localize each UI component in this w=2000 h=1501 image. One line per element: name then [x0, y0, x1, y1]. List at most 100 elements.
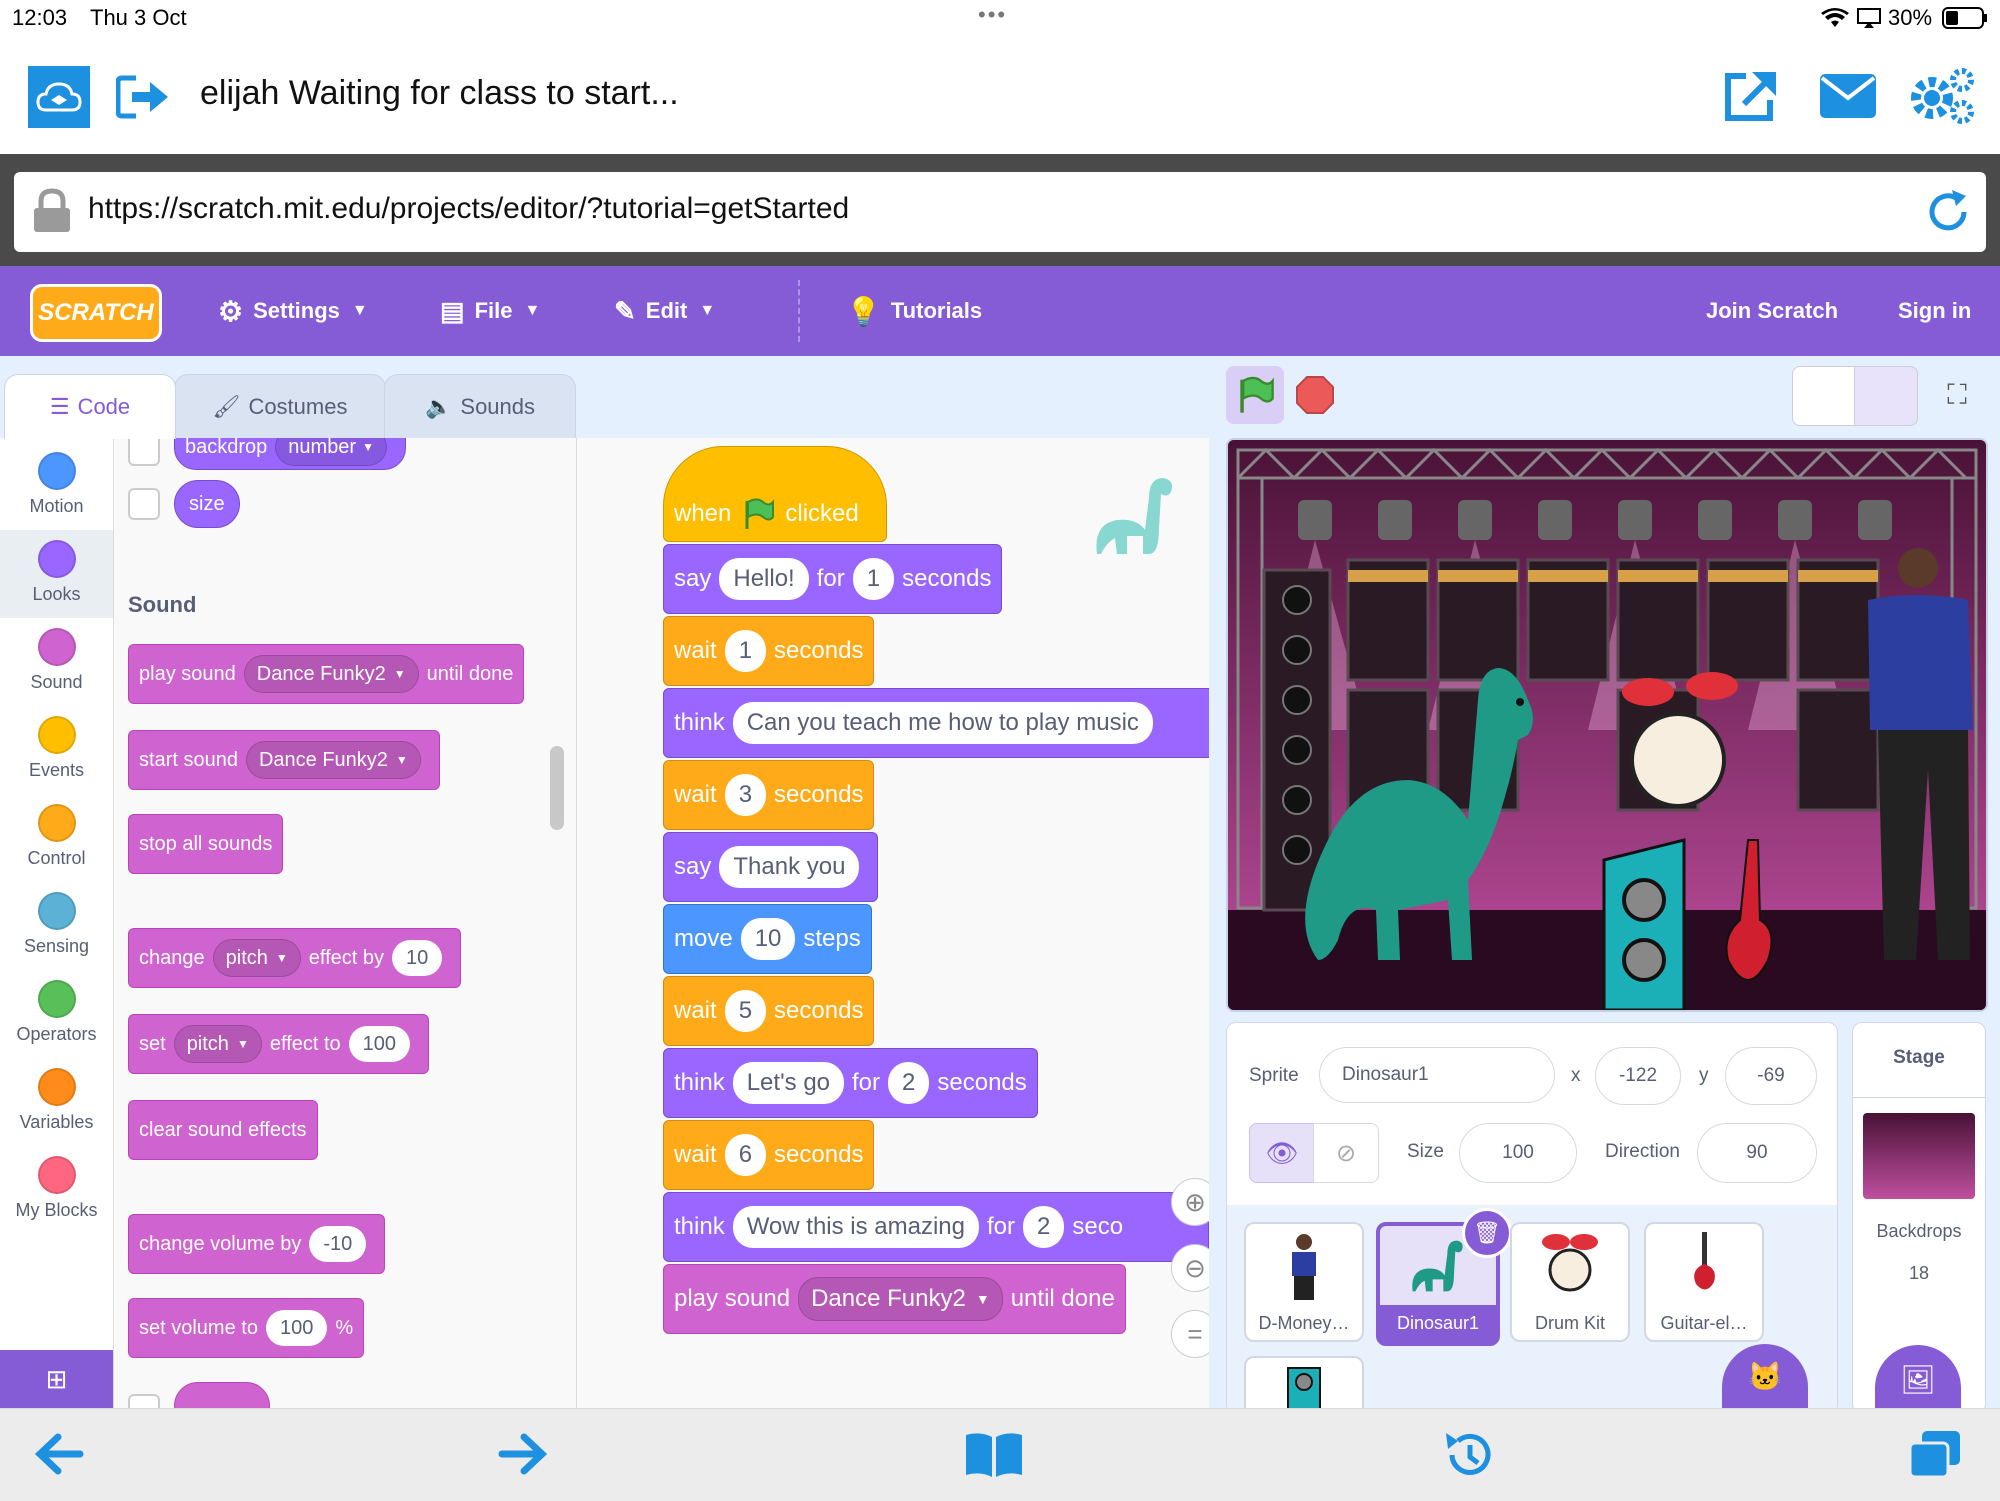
- backdrop-number-block[interactable]: backdrop number ▼: [174, 438, 406, 470]
- sound-dropdown[interactable]: Dance Funky2 ▼: [243, 655, 419, 693]
- play-sound-until-done-block[interactable]: play sound Dance Funky2 ▼ until done: [663, 1264, 1126, 1334]
- change-pitch-effect-block[interactable]: change pitch ▼ effect by 10: [128, 928, 462, 988]
- number-dropdown[interactable]: number ▼: [275, 438, 387, 466]
- category-motion[interactable]: Motion: [0, 442, 113, 530]
- sign-in-link[interactable]: Sign in: [1898, 266, 1971, 356]
- think-for-seconds-block[interactable]: think Let's go for 2 seconds: [663, 1048, 1038, 1118]
- edit-menu[interactable]: ✎ Edit ▼: [614, 266, 715, 356]
- stop-button[interactable]: [1292, 372, 1338, 418]
- category-sensing[interactable]: Sensing: [0, 882, 113, 970]
- hide-sprite-button[interactable]: ⊘: [1313, 1123, 1379, 1183]
- message-input[interactable]: Let's go: [732, 1062, 845, 1104]
- choose-backdrop-button[interactable]: 🖼: [1875, 1345, 1961, 1413]
- message-input[interactable]: Wow this is amazing: [732, 1206, 979, 1248]
- normal-stage-button[interactable]: [1854, 366, 1918, 426]
- tutorials-menu[interactable]: 💡 Tutorials: [846, 266, 982, 356]
- think-for-seconds-block[interactable]: think Can you teach me how to play music: [663, 688, 1209, 758]
- checkbox[interactable]: [128, 488, 160, 520]
- category-my-blocks[interactable]: My Blocks: [0, 1146, 113, 1234]
- back-arrow-icon[interactable]: [34, 1431, 84, 1477]
- url-text[interactable]: https://scratch.mit.edu/projects/editor/…: [88, 192, 849, 226]
- start-sound-block[interactable]: start sound Dance Funky2 ▼: [128, 730, 440, 790]
- zoom-reset-button[interactable]: =: [1171, 1310, 1209, 1358]
- sprite-thumb[interactable]: [1244, 1356, 1364, 1410]
- seconds-input[interactable]: 1: [724, 630, 767, 672]
- logout-icon[interactable]: [116, 74, 172, 120]
- volume-value-input[interactable]: 100: [265, 1310, 328, 1346]
- sound-dropdown[interactable]: Dance Funky2 ▼: [245, 741, 421, 779]
- message-input[interactable]: Thank you: [719, 846, 860, 888]
- message-input[interactable]: Can you teach me how to play music: [732, 702, 1153, 744]
- settings-gears-icon[interactable]: [1908, 66, 1978, 126]
- palette-scrollbar[interactable]: [550, 746, 564, 830]
- category-control[interactable]: Control: [0, 794, 113, 882]
- stage-canvas[interactable]: [1226, 438, 1988, 1012]
- tab-sounds[interactable]: 🔈 Sounds: [384, 374, 576, 440]
- category-operators[interactable]: Operators: [0, 970, 113, 1058]
- category-events[interactable]: Events: [0, 706, 113, 794]
- steps-input[interactable]: 10: [740, 918, 796, 960]
- set-pitch-effect-block[interactable]: set pitch ▼ effect to 100: [128, 1014, 429, 1074]
- settings-menu[interactable]: ⚙ Settings ▼: [218, 266, 368, 356]
- tabs-icon[interactable]: [1908, 1429, 1962, 1479]
- scratch-logo[interactable]: SCRATCH: [30, 284, 162, 342]
- seconds-input[interactable]: 2: [888, 1062, 930, 1104]
- delete-sprite-button[interactable]: 🗑: [1462, 1208, 1512, 1258]
- wait-block[interactable]: wait 5 seconds: [663, 976, 875, 1046]
- forward-arrow-icon[interactable]: [498, 1431, 548, 1477]
- size-input[interactable]: 100: [1459, 1123, 1577, 1183]
- stop-all-sounds-block[interactable]: stop all sounds: [128, 814, 284, 874]
- external-link-icon[interactable]: [1722, 68, 1780, 124]
- seconds-input[interactable]: 2: [1023, 1206, 1065, 1248]
- reload-icon[interactable]: [1924, 188, 1972, 236]
- volume-reporter-block[interactable]: [174, 1382, 270, 1408]
- play-sound-until-done-block[interactable]: play sound Dance Funky2 ▼ until done: [128, 644, 525, 704]
- checkbox[interactable]: [128, 1394, 160, 1408]
- sound-dropdown[interactable]: Dance Funky2 ▼: [798, 1277, 1003, 1321]
- file-menu[interactable]: ▤ File ▼: [440, 266, 540, 356]
- green-flag-button[interactable]: [1226, 366, 1284, 424]
- move-steps-block[interactable]: move 10 steps: [663, 904, 872, 974]
- tab-costumes[interactable]: 🖌 Costumes: [174, 374, 386, 440]
- message-input[interactable]: Hello!: [719, 558, 809, 600]
- seconds-input[interactable]: 6: [724, 1134, 767, 1176]
- history-icon[interactable]: [1440, 1427, 1496, 1483]
- small-stage-button[interactable]: [1792, 366, 1856, 426]
- think-for-seconds-block[interactable]: think Wow this is amazing for 2 seco: [663, 1192, 1209, 1262]
- multitask-dots-icon[interactable]: •••: [978, 2, 1007, 28]
- size-reporter-block[interactable]: size: [174, 480, 240, 528]
- sprite-name-input[interactable]: Dinosaur1: [1319, 1047, 1555, 1103]
- stage-backdrop-thumbnail[interactable]: [1863, 1113, 1975, 1199]
- fullscreen-button[interactable]: ⛶: [1930, 366, 1984, 424]
- say-for-seconds-block[interactable]: say Hello! for 1 seconds: [663, 544, 1003, 614]
- mail-icon[interactable]: [1820, 74, 1876, 118]
- sprite-thumb[interactable]: Guitar-el…: [1644, 1222, 1764, 1342]
- effect-value-input[interactable]: 10: [392, 940, 443, 976]
- effect-dropdown[interactable]: pitch ▼: [212, 939, 301, 977]
- effect-dropdown[interactable]: pitch ▼: [173, 1025, 262, 1063]
- sprite-thumb[interactable]: D-Money…: [1244, 1222, 1364, 1342]
- wait-block[interactable]: wait 3 seconds: [663, 760, 875, 830]
- say-block[interactable]: say Thank you: [663, 832, 879, 902]
- effect-value-input[interactable]: 100: [348, 1026, 410, 1062]
- set-volume-block[interactable]: set volume to 100 %: [128, 1298, 365, 1358]
- checkbox[interactable]: [128, 438, 160, 466]
- sprite-thumb[interactable]: Drum Kit: [1510, 1222, 1630, 1342]
- tab-code[interactable]: ☰ Code: [4, 374, 176, 439]
- seconds-input[interactable]: 5: [724, 990, 767, 1032]
- book-icon[interactable]: [964, 1429, 1024, 1479]
- zoom-out-button[interactable]: ⊖: [1171, 1244, 1209, 1292]
- direction-input[interactable]: 90: [1697, 1123, 1817, 1183]
- show-sprite-button[interactable]: 👁: [1249, 1123, 1315, 1183]
- volume-value-input[interactable]: -10: [309, 1226, 367, 1262]
- seconds-input[interactable]: 3: [724, 774, 767, 816]
- y-position-input[interactable]: -69: [1725, 1047, 1817, 1105]
- seconds-input[interactable]: 1: [852, 558, 895, 600]
- category-looks[interactable]: Looks: [0, 530, 113, 618]
- join-scratch-link[interactable]: Join Scratch: [1706, 266, 1838, 356]
- x-position-input[interactable]: -122: [1595, 1047, 1681, 1105]
- wait-block[interactable]: wait 6 seconds: [663, 1120, 875, 1190]
- clear-sound-effects-block[interactable]: clear sound effects: [128, 1100, 318, 1160]
- category-sound[interactable]: Sound: [0, 618, 113, 706]
- when-flag-clicked-block[interactable]: when clicked: [663, 446, 887, 542]
